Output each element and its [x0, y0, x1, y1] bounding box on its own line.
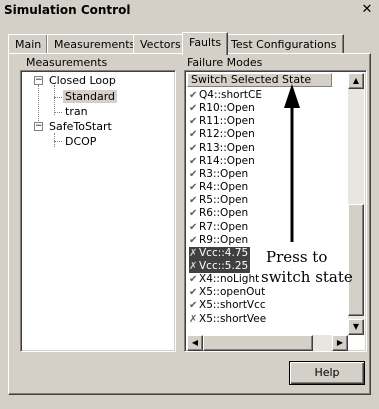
check-icon: ✔ — [189, 116, 198, 128]
failure-mode-item[interactable]: ✔ R11::Open — [189, 115, 257, 128]
failure-mode-label: R7::Open — [199, 220, 249, 233]
tree-connector — [54, 97, 62, 98]
failure-mode-item[interactable]: ✔ R5::Open — [189, 194, 250, 207]
collapse-icon[interactable]: − — [34, 76, 43, 85]
scroll-left-icon[interactable]: ◀ — [187, 335, 203, 351]
check-icon: ✔ — [189, 182, 198, 194]
scroll-up-icon[interactable]: ▲ — [348, 73, 364, 89]
annotation-text-line2: switch state — [261, 268, 353, 286]
failure-mode-label: R4::Open — [199, 181, 249, 194]
check-icon: ✔ — [189, 168, 198, 180]
failure-modes-list[interactable]: Switch Selected State ✔ Q4::shortCE ✔ R10::… — [184, 70, 367, 352]
check-icon: ✔ — [189, 287, 198, 299]
failure-mode-item[interactable]: ✔ R14::Open — [189, 155, 257, 168]
failure-mode-item[interactable]: ✔ X5::shortVcc — [189, 299, 268, 312]
check-icon: ✔ — [189, 195, 198, 207]
failure-mode-item[interactable]: ✔ R9::Open — [189, 234, 250, 247]
failure-mode-item[interactable]: ✔ R3::Open — [189, 168, 250, 181]
horizontal-scrollbar[interactable]: ◀ ▶ — [187, 335, 348, 351]
tree-connector — [54, 133, 55, 147]
failure-mode-label: R5::Open — [199, 194, 249, 207]
failure-mode-item[interactable]: ✔ R13::Open — [189, 142, 257, 155]
vertical-scrollbar[interactable]: ▲ ▼ — [348, 73, 364, 335]
cross-icon: ✗ — [189, 260, 198, 272]
failure-mode-label: R3::Open — [199, 167, 249, 180]
failure-mode-label: R10::Open — [199, 102, 255, 115]
failure-mode-label: Vcc::4.75 — [199, 246, 249, 259]
failure-mode-label: R13::Open — [199, 141, 255, 154]
switch-selected-state-button[interactable]: Switch Selected State — [187, 73, 332, 87]
failure-mode-label: R12::Open — [199, 128, 255, 141]
cross-icon: ✗ — [189, 313, 198, 325]
failure-mode-label: R9::Open — [199, 233, 249, 246]
failure-mode-item[interactable]: ✔ R10::Open — [189, 102, 257, 115]
failure-mode-item[interactable]: ✗ X5::shortVee — [189, 313, 268, 326]
scroll-thumb-horizontal[interactable] — [203, 335, 313, 351]
tree-node-tran[interactable]: tran — [65, 105, 88, 118]
failure-mode-item[interactable]: ✔ R4::Open — [189, 181, 250, 194]
tree-node-standard[interactable]: Standard — [63, 90, 118, 103]
failure-mode-item[interactable]: ✔ R12::Open — [189, 128, 257, 141]
measurements-label: Measurements — [26, 56, 108, 69]
failure-mode-label: Q4::shortCE — [199, 89, 262, 101]
failure-mode-label: R11::Open — [199, 115, 255, 128]
check-icon: ✔ — [189, 103, 198, 115]
scroll-thumb[interactable] — [348, 204, 364, 316]
window-title: Simulation Control — [4, 3, 131, 17]
check-icon: ✔ — [189, 155, 198, 167]
check-icon: ✔ — [189, 90, 198, 101]
tab-vectors[interactable]: Vectors — [133, 34, 188, 54]
help-button[interactable]: Help — [289, 361, 365, 385]
tab-main[interactable]: Main — [8, 34, 49, 54]
failure-mode-label: X5::shortVee — [199, 312, 267, 325]
close-icon[interactable]: ✕ — [359, 3, 375, 17]
check-icon: ✔ — [189, 274, 198, 286]
check-icon: ✔ — [189, 300, 198, 312]
failure-mode-label: Vcc::5.25 — [199, 259, 249, 272]
check-icon: ✔ — [189, 234, 198, 246]
scroll-right-icon[interactable]: ▶ — [332, 335, 348, 351]
check-icon: ✔ — [189, 129, 198, 141]
failure-mode-item[interactable]: ✗ Vcc::4.75 — [189, 246, 251, 260]
collapse-icon[interactable]: − — [34, 122, 43, 131]
failure-mode-item[interactable]: ✗ Vcc::5.25 — [189, 259, 251, 273]
failure-mode-item[interactable]: ✔ R6::Open — [189, 207, 250, 220]
failure-mode-label: R14::Open — [199, 154, 255, 167]
failure-mode-label: R6::Open — [199, 207, 249, 220]
check-icon: ✔ — [189, 208, 198, 220]
title-bar: Simulation Control ✕ — [0, 0, 379, 22]
tab-measurements[interactable]: Measurements — [47, 34, 143, 54]
scroll-down-icon[interactable]: ▼ — [348, 319, 364, 335]
simulation-control-window: Simulation Control ✕ Main Measurements V… — [0, 0, 379, 409]
check-icon: ✔ — [189, 142, 198, 154]
failure-mode-label: X5::openOut — [199, 286, 266, 299]
tree-node-dcop[interactable]: DCOP — [65, 135, 96, 148]
tree-node-closed-loop[interactable]: Closed Loop — [49, 74, 116, 87]
measurements-tree[interactable]: − Closed Loop Standard tran − SafeToStar… — [20, 70, 176, 352]
failure-mode-item[interactable]: ✔ X5::openOut — [189, 286, 267, 299]
up-arrow-annotation-icon — [284, 84, 300, 242]
tab-test-configurations[interactable]: Test Configurations — [224, 34, 344, 54]
tab-faults[interactable]: Faults — [182, 32, 229, 55]
failure-mode-item[interactable]: ✔ R7::Open — [189, 221, 250, 234]
failure-modes-label: Failure Modes — [187, 56, 263, 69]
failure-mode-item[interactable]: ✔ X4::noLight — [189, 273, 261, 286]
cross-icon: ✗ — [189, 247, 198, 259]
tree-connector — [54, 85, 55, 115]
tree-connector — [54, 112, 62, 113]
tree-node-safetostart[interactable]: SafeToStart — [49, 120, 112, 133]
failure-mode-item[interactable]: ✔ Q4::shortCE — [189, 89, 264, 102]
annotation-text-line1: Press to — [266, 248, 328, 266]
failure-mode-label: X5::shortVcc — [199, 299, 266, 312]
failure-mode-label: X4::noLight — [199, 273, 260, 286]
check-icon: ✔ — [189, 221, 198, 233]
tree-connector — [54, 141, 62, 142]
